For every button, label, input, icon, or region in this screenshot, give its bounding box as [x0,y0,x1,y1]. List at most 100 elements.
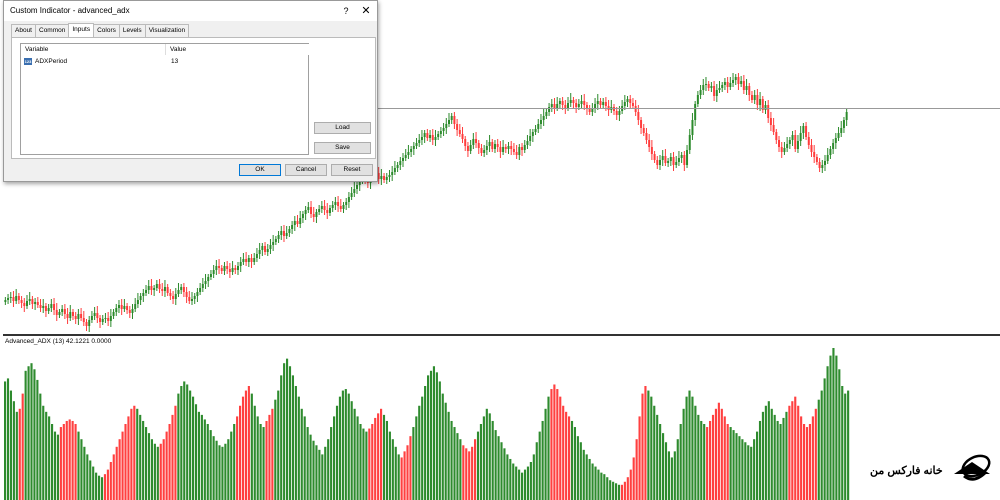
candle-body [426,133,429,138]
load-button[interactable]: Load [314,122,371,134]
candle-body [480,148,483,153]
variable-value[interactable]: 13 [171,56,178,67]
candle-body [502,147,505,152]
candle-body [123,306,126,309]
histogram-bar [51,424,54,500]
table-row[interactable]: 123 ADXPeriod 13 [21,56,308,67]
histogram-bar [356,416,359,500]
histogram-bar [24,370,27,500]
close-button[interactable]: ✕ [357,3,375,19]
histogram-bar [732,430,735,500]
histogram-bar [694,405,697,500]
candle-body [155,284,158,288]
candle-body [88,320,91,326]
histogram-bar [835,355,838,500]
save-button[interactable]: Save [314,142,371,154]
dialog-titlebar[interactable]: Custom Indicator - advanced_adx ? ✕ [4,1,377,21]
histogram-bar [274,399,277,500]
histogram-bar [585,454,588,500]
help-button[interactable]: ? [338,3,354,19]
histogram-bar [56,434,60,500]
cancel-button[interactable]: Cancel [285,164,327,176]
column-header-variable[interactable]: Variable [21,44,166,55]
adx-histogram-chart[interactable] [0,336,1000,500]
histogram-bar [62,424,65,500]
candle-body [177,290,180,294]
candle-body [707,84,710,88]
histogram-bar [300,408,303,500]
candle-body [834,138,837,143]
histogram-bar [579,442,582,500]
histogram-bar [688,390,691,500]
histogram-bar [515,466,518,500]
candle-body [385,177,388,180]
candle-body [347,197,350,202]
histogram-bar [309,434,312,500]
histogram-bar [150,439,154,500]
histogram-bar [95,472,98,500]
candle-body [353,189,356,193]
candle-body [236,266,239,270]
tab-common[interactable]: Common [35,24,70,37]
candle-body [63,309,66,314]
tab-visualization[interactable]: Visualization [144,24,190,37]
candle-body [163,287,166,291]
candle-body [25,301,28,306]
candle-body [491,142,494,149]
candle-body [580,101,583,104]
candle-body [445,124,448,128]
ok-button[interactable]: OK [239,164,281,176]
candle-body [61,309,64,312]
candle-body [588,109,591,112]
column-header-value[interactable]: Value [166,44,310,55]
histogram-bar [341,390,344,500]
histogram-bar [121,431,124,500]
candle-body [626,99,629,102]
tab-inputs[interactable]: Inputs [68,23,95,37]
histogram-bar [388,431,391,500]
histogram-bar [177,393,180,500]
tab-about[interactable]: About [11,24,36,37]
candle-body [680,155,683,158]
histogram-bar [676,439,679,500]
candle-body [55,310,58,315]
histogram-bar [465,448,468,500]
candle-body [201,284,204,288]
histogram-bar [68,419,71,500]
candle-body [145,290,148,293]
histogram-bar [106,469,109,500]
candle-body [396,165,399,168]
candle-body [667,161,670,163]
histogram-bar [247,386,250,500]
candle-body [485,146,488,150]
histogram-bar [244,390,248,500]
candle-body [583,101,586,105]
histogram-bar [826,366,829,500]
histogram-bar [541,420,544,500]
candle-body [699,90,702,95]
candle-body [304,210,307,214]
candle-body [734,77,737,80]
reset-button[interactable]: Reset [331,164,373,176]
histogram-bar [306,427,309,500]
candle-body [472,139,475,145]
histogram-bar [30,363,33,500]
candle-body [729,83,732,87]
candle-body [128,310,131,313]
histogram-bar [485,408,488,500]
histogram-bar [603,474,606,500]
candle-body [558,101,561,104]
candle-body [683,155,686,165]
inputs-grid[interactable]: Variable Value 123 ADXPeriod 13 [20,43,310,155]
histogram-bar [36,379,39,500]
histogram-bar [764,405,767,500]
candle-body [721,85,724,88]
inputs-panel: Variable Value 123 ADXPeriod 13 Load Sav… [11,37,376,159]
tab-levels[interactable]: Levels [118,24,146,37]
histogram-bar [770,408,773,500]
histogram-bar [335,405,339,500]
tab-colors[interactable]: Colors [93,24,120,37]
histogram-bar [291,375,295,500]
histogram-bar [644,386,647,500]
histogram-bar [330,427,333,500]
